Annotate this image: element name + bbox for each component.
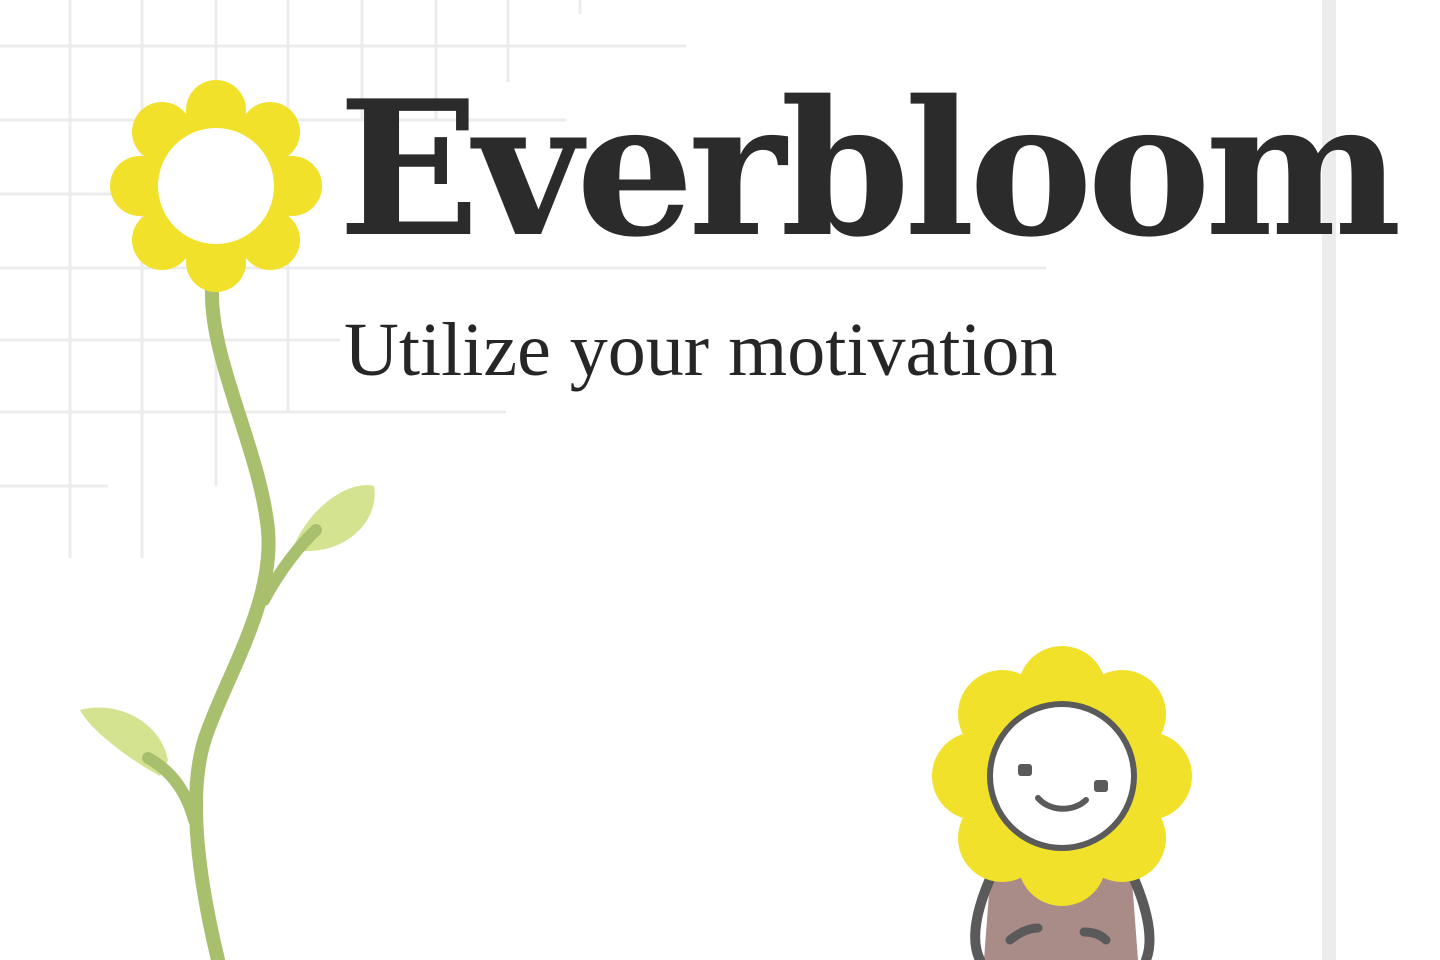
flower-head bbox=[110, 80, 322, 292]
stem bbox=[189, 283, 276, 960]
smiling-flower-mascot bbox=[932, 646, 1192, 960]
brand-tagline: Utilize your motivation bbox=[344, 308, 1058, 392]
hero-banner: Everbloom Utilize your motivation bbox=[0, 0, 1440, 960]
brand-title: Everbloom bbox=[338, 59, 1402, 278]
mascot-face bbox=[987, 701, 1137, 851]
